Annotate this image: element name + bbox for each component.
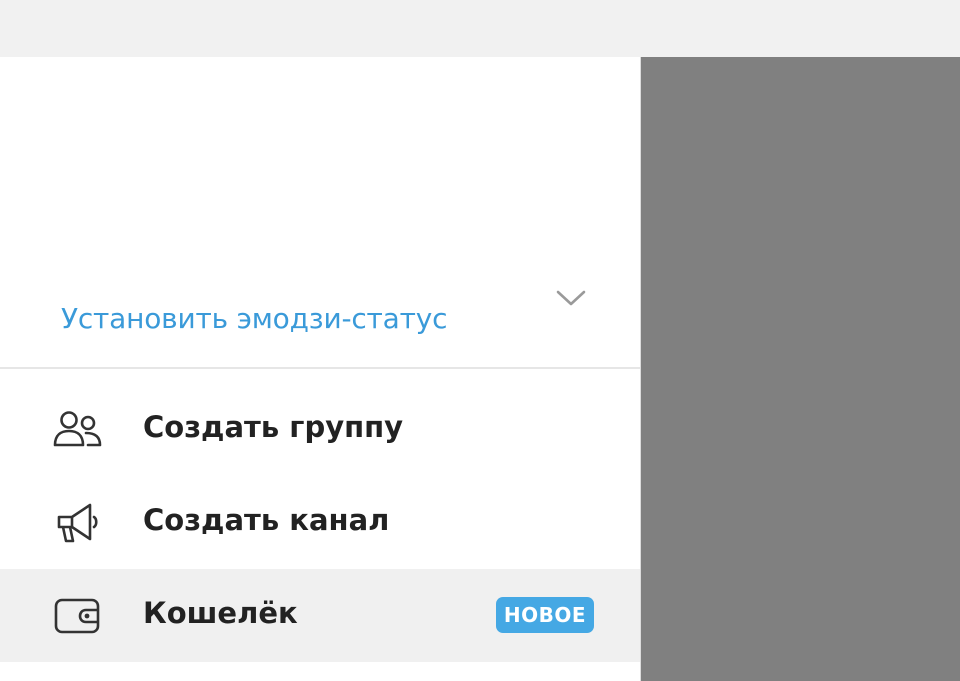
- group-icon: [50, 403, 104, 457]
- side-menu-drawer: Установить эмодзи-статус Создать группу: [0, 57, 640, 681]
- window-top-bar: [0, 0, 960, 57]
- new-badge: НОВОЕ: [496, 597, 594, 633]
- menu-item-create-channel[interactable]: Создать канал: [0, 476, 640, 569]
- drawer-header: Установить эмодзи-статус: [0, 57, 640, 367]
- chevron-down-icon[interactable]: [553, 284, 589, 312]
- menu-item-wallet[interactable]: Кошелёк НОВОЕ: [0, 569, 640, 662]
- megaphone-icon: [50, 496, 104, 550]
- menu-item-label: Создать группу: [143, 410, 404, 444]
- menu-item-create-group[interactable]: Создать группу: [0, 383, 640, 476]
- dimmed-overlay[interactable]: [641, 57, 960, 681]
- menu-divider: [0, 367, 640, 369]
- wallet-icon: [50, 589, 104, 643]
- menu-item-label: Создать канал: [143, 503, 390, 537]
- set-emoji-status-link[interactable]: Установить эмодзи-статус: [61, 302, 447, 335]
- drawer-edge: [640, 57, 641, 681]
- menu-item-label: Кошелёк: [143, 596, 298, 630]
